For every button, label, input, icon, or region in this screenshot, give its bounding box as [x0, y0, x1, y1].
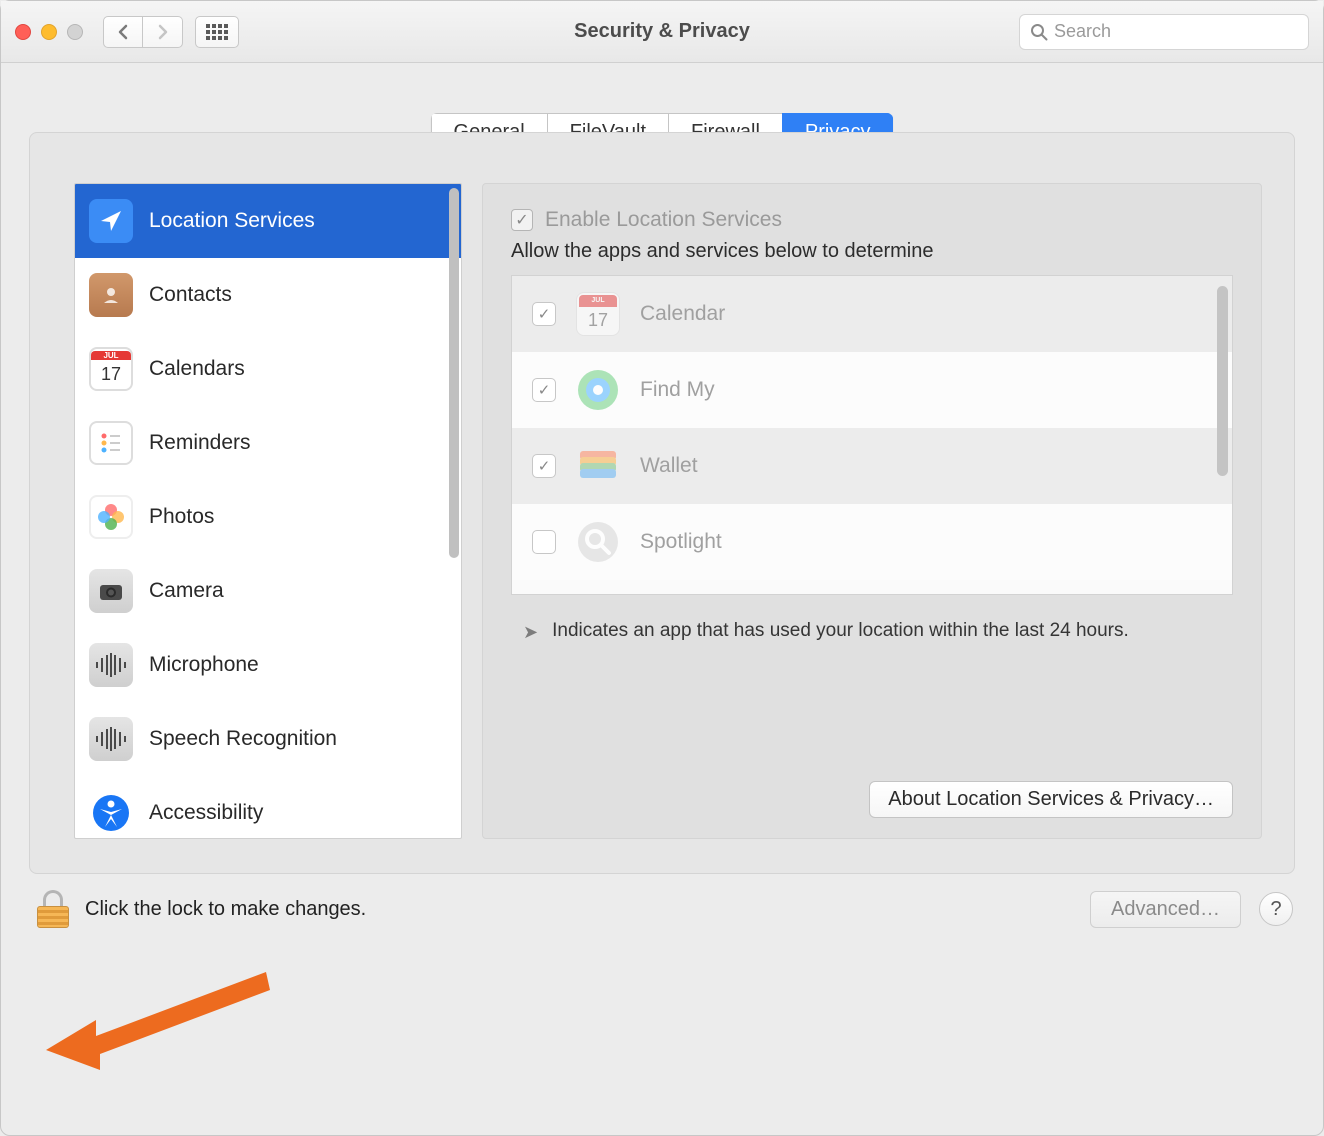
search-icon — [1030, 23, 1048, 41]
reminders-icon — [89, 421, 133, 465]
enable-location-row: ✓ Enable Location Services — [511, 208, 1233, 232]
app-checkbox[interactable]: ✓ — [532, 378, 556, 402]
accessibility-icon — [89, 791, 133, 835]
sidebar-item-location-services[interactable]: Location Services — [75, 184, 461, 258]
show-all-button[interactable] — [195, 16, 239, 48]
window-title: Security & Privacy — [574, 20, 750, 43]
sidebar-item-calendars[interactable]: Calendars — [75, 332, 461, 406]
privacy-content: ✓ Enable Location Services Allow the app… — [482, 183, 1262, 839]
sidebar-item-label: Photos — [149, 505, 214, 529]
calendars-icon — [89, 347, 133, 391]
instruction-text: Allow the apps and services below to det… — [511, 240, 1233, 263]
findmy-app-icon — [576, 368, 620, 412]
sidebar-item-label: Camera — [149, 579, 224, 603]
app-name: Wallet — [640, 454, 698, 478]
close-window-button[interactable] — [15, 24, 31, 40]
enable-location-checkbox[interactable]: ✓ — [511, 209, 533, 231]
sidebar-item-contacts[interactable]: Contacts — [75, 258, 461, 332]
note-text: Indicates an app that has used your loca… — [552, 617, 1129, 646]
location-arrow-icon: ➤ — [523, 619, 538, 646]
titlebar: Security & Privacy — [1, 1, 1323, 63]
sidebar-item-label: Contacts — [149, 283, 232, 307]
app-row-findmy[interactable]: ✓ Find My — [512, 352, 1232, 428]
grid-icon — [206, 24, 228, 40]
sidebar-item-camera[interactable]: Camera — [75, 554, 461, 628]
search-input[interactable] — [1054, 21, 1298, 42]
window-controls — [15, 24, 83, 40]
apps-list: ✓ JUL 17 Calendar ✓ Find My ✓ — [511, 275, 1233, 595]
lock-button[interactable] — [35, 890, 71, 928]
sidebar-item-label: Microphone — [149, 653, 259, 677]
main-panel: Location Services Contacts Calendars Rem… — [29, 132, 1295, 874]
sidebar-item-label: Reminders — [149, 431, 251, 455]
sidebar-item-label: Speech Recognition — [149, 727, 337, 751]
camera-icon — [89, 569, 133, 613]
footer: Click the lock to make changes. Advanced… — [1, 874, 1323, 942]
app-name: Spotlight — [640, 530, 722, 554]
app-checkbox[interactable]: ✓ — [532, 454, 556, 478]
contacts-icon — [89, 273, 133, 317]
preferences-window: Security & Privacy General FileVault Fir… — [0, 0, 1324, 1136]
search-field[interactable] — [1019, 14, 1309, 50]
calendar-app-icon: JUL 17 — [576, 292, 620, 336]
advanced-button[interactable]: Advanced… — [1090, 891, 1241, 928]
sidebar-item-photos[interactable]: Photos — [75, 480, 461, 554]
sidebar-item-microphone[interactable]: Microphone — [75, 628, 461, 702]
app-row-spotlight[interactable]: Spotlight — [512, 504, 1232, 580]
sidebar-item-reminders[interactable]: Reminders — [75, 406, 461, 480]
app-name: Find My — [640, 378, 715, 402]
about-location-button[interactable]: About Location Services & Privacy… — [869, 781, 1233, 818]
lock-text: Click the lock to make changes. — [85, 898, 366, 921]
app-row-wallet[interactable]: ✓ Wallet — [512, 428, 1232, 504]
apps-scrollbar[interactable] — [1217, 286, 1228, 476]
enable-location-label: Enable Location Services — [545, 208, 782, 232]
sidebar-item-label: Calendars — [149, 357, 245, 381]
minimize-window-button[interactable] — [41, 24, 57, 40]
wallet-app-icon — [576, 444, 620, 488]
nav-buttons — [103, 16, 183, 48]
app-name: Calendar — [640, 302, 725, 326]
lock-body-icon — [37, 906, 69, 928]
photos-icon — [89, 495, 133, 539]
sidebar-item-accessibility[interactable]: Accessibility — [75, 776, 461, 839]
sidebar-item-label: Accessibility — [149, 801, 263, 825]
app-row-calendar[interactable]: ✓ JUL 17 Calendar — [512, 276, 1232, 352]
back-button[interactable] — [103, 16, 143, 48]
help-button[interactable]: ? — [1259, 892, 1293, 926]
chevron-right-icon — [157, 24, 169, 40]
sidebar-item-label: Location Services — [149, 209, 315, 233]
location-usage-note: ➤ Indicates an app that has used your lo… — [511, 617, 1233, 646]
app-checkbox[interactable]: ✓ — [532, 302, 556, 326]
spotlight-app-icon — [576, 520, 620, 564]
privacy-sidebar: Location Services Contacts Calendars Rem… — [74, 183, 462, 839]
chevron-left-icon — [117, 24, 129, 40]
location-icon — [89, 199, 133, 243]
annotation-arrow-icon — [46, 950, 276, 1070]
sidebar-scrollbar[interactable] — [449, 188, 459, 558]
app-checkbox[interactable] — [532, 530, 556, 554]
microphone-icon — [89, 643, 133, 687]
speech-icon — [89, 717, 133, 761]
zoom-window-button[interactable] — [67, 24, 83, 40]
forward-button[interactable] — [143, 16, 183, 48]
sidebar-item-speech-recognition[interactable]: Speech Recognition — [75, 702, 461, 776]
